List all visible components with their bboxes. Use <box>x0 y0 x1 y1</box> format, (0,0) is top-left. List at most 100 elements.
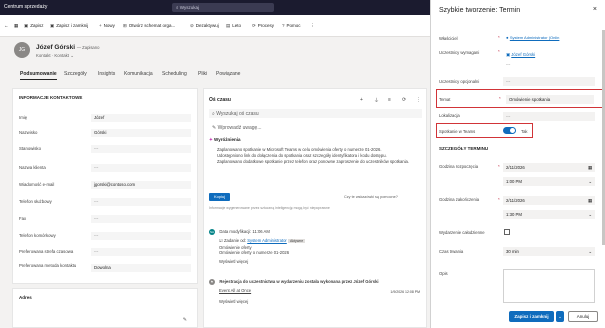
timezone-field[interactable]: --- <box>91 248 191 256</box>
field-label: Uczestnicy opcjonalni <box>439 79 480 84</box>
event-icon: ⚑ <box>209 279 215 285</box>
plus-icon: + <box>99 23 102 28</box>
chevron-down-icon[interactable]: ⌄ <box>70 53 74 58</box>
tab-list: Podsumowanie Szczegóły Insights Komunika… <box>20 71 420 83</box>
new-button[interactable]: + Nowy <box>99 23 115 28</box>
description-textarea[interactable] <box>503 269 595 303</box>
first-name-field[interactable]: Józef <box>91 114 191 122</box>
required-attendees-input[interactable]: --- <box>503 60 595 69</box>
email-field[interactable]: jgorski@contoso.com <box>91 181 191 189</box>
end-time-select[interactable]: 1:30 PM ⌄ <box>503 210 595 219</box>
required-marker: * <box>498 164 500 169</box>
tab-communication[interactable]: Komunikacja <box>124 71 153 77</box>
template-button[interactable]: ▤ Leto <box>226 23 241 29</box>
grid-icon[interactable]: ▦ <box>14 23 18 29</box>
show-more-link[interactable]: Wyświetl więcej <box>209 259 422 264</box>
edit-icon[interactable]: ✎ <box>183 317 187 323</box>
timeline-card: Oś czasu + ⏚ ≡ ⟳ ⋮ ⌕ Wyszukaj oś czasu ✎… <box>203 88 427 328</box>
filter-icon[interactable]: ⏚ <box>374 97 379 104</box>
owner-lookup[interactable]: ● System Administrator (Onlin <box>503 33 595 42</box>
more-commands-icon[interactable]: ⋮ <box>310 23 315 29</box>
end-date-input[interactable]: 2/11/2026 ▦ <box>503 196 595 205</box>
author-link[interactable]: System Administrator <box>247 238 287 243</box>
chevron-down-icon: ⌄ <box>588 212 592 217</box>
timeline-entry[interactable]: SA Data modyfikacji: 11:06 AM ☑ Zadanie … <box>209 229 422 279</box>
address-card: Adres ✎ <box>12 288 198 328</box>
all-day-checkbox[interactable] <box>504 229 510 235</box>
start-date-input[interactable]: 2/11/2026 ▦ <box>503 163 595 172</box>
back-button[interactable]: ← <box>4 23 9 28</box>
org-chart-button[interactable]: ⊞ Otwórz schemat orga... <box>123 23 175 29</box>
tab-insights[interactable]: Insights <box>98 71 115 77</box>
global-search-input[interactable]: ⌕ Wyszukaj <box>172 3 274 12</box>
entry-author: ☑ Zadanie od: System Administrator Aktyw… <box>219 238 306 244</box>
required-attendees-lookup[interactable]: ▣ Józef Górski <box>503 50 595 59</box>
timeline-entry[interactable]: ⚑ Rejestracja do uczestnictwa w wydarzen… <box>209 279 422 327</box>
timeline-search-input[interactable]: ⌕ Wyszukaj oś czasu <box>209 109 422 118</box>
cancel-button[interactable]: Anuluj <box>568 311 598 322</box>
address-title: Adres <box>19 295 32 300</box>
search-placeholder: Wyszukaj <box>179 5 199 10</box>
chevron-down-icon: ⌄ <box>588 179 592 184</box>
list-icon[interactable]: ≡ <box>388 97 391 103</box>
field-label: Telefon służbowy <box>19 199 52 204</box>
copy-button[interactable]: Kopiuj <box>209 193 230 201</box>
note-input[interactable]: ✎ Wprowadź uwagę... <box>209 123 422 132</box>
close-icon[interactable]: × <box>593 6 597 13</box>
fax-field[interactable]: --- <box>91 215 191 223</box>
avatar: SA <box>209 229 215 235</box>
required-marker: * <box>498 35 500 40</box>
field-label: Telefon komórkowy <box>19 233 56 238</box>
form-selector[interactable]: Kontakt <box>54 53 69 58</box>
deactivate-button[interactable]: ⊘ Dezaktywuj <box>190 23 219 29</box>
field-label: Godzina zakończenia <box>439 197 480 202</box>
saved-status: — Zapisano <box>76 45 100 50</box>
save-button[interactable]: ▣ Zapisz <box>24 23 44 29</box>
tab-related[interactable]: Powiązane <box>216 71 240 77</box>
tab-scheduling[interactable]: Scheduling <box>162 71 187 77</box>
field-label: Wiadomość e-mail <box>19 182 55 187</box>
tab-files[interactable]: Pliki <box>198 71 207 77</box>
field-label: Preferowana strefa czasowa <box>19 249 74 254</box>
template-icon: ▤ <box>226 23 231 28</box>
required-marker: * <box>498 197 500 202</box>
teams-highlight <box>436 123 533 138</box>
start-time-select[interactable]: 1:00 PM ⌄ <box>503 177 595 186</box>
business-phone-field[interactable]: --- <box>91 198 191 206</box>
help-button[interactable]: ? Pomoc <box>282 23 301 28</box>
duration-select[interactable]: 30 min ⌄ <box>503 247 595 256</box>
job-title-field[interactable]: --- <box>91 145 191 153</box>
highlights-title: ✦ Wyróżnienia <box>209 137 241 142</box>
record-name: Józef Górski — Zapisano <box>36 44 100 51</box>
save-options-chevron-icon[interactable]: ⌄ <box>556 311 564 322</box>
deactivate-icon: ⊘ <box>190 23 194 28</box>
timeline-title: Oś czasu <box>209 97 231 103</box>
copilot-icon: ✦ <box>209 137 213 142</box>
tab-details[interactable]: Szczegóły <box>64 71 87 77</box>
more-icon[interactable]: ⋮ <box>416 97 421 103</box>
avatar: JG <box>14 42 30 58</box>
field-label: Lokalizacja <box>439 113 460 118</box>
location-input[interactable]: --- <box>503 112 595 121</box>
process-button[interactable]: ⟳ Procesy <box>252 23 274 29</box>
calendar-icon[interactable]: ▦ <box>588 198 592 204</box>
app-title[interactable]: Centrum sprzedaży <box>4 4 47 10</box>
contact-method-select[interactable]: Dowolna <box>91 264 191 272</box>
org-chart-icon: ⊞ <box>123 23 127 28</box>
account-name-field[interactable]: --- <box>91 164 191 172</box>
save-close-button[interactable]: ▣ Zapisz i zamknij <box>50 23 88 29</box>
mobile-phone-field[interactable]: --- <box>91 232 191 240</box>
show-more-link[interactable]: Wyświetl więcej <box>209 299 422 304</box>
refresh-icon[interactable]: ⟳ <box>402 97 406 103</box>
field-label: Stanowisko <box>19 146 41 151</box>
section-title: SZCZEGÓŁY TERMINU <box>439 146 489 151</box>
optional-attendees-input[interactable]: --- <box>503 77 595 86</box>
panel-title: Szybkie tworzenie: Termin <box>439 7 521 14</box>
calendar-icon[interactable]: ▦ <box>588 165 592 171</box>
command-bar: ← ▦ ▣ Zapisz ▣ Zapisz i zamknij + Nowy ⊞ Otw… <box>0 15 430 37</box>
last-name-field[interactable]: Górski <box>91 129 191 137</box>
tab-summary[interactable]: Podsumowanie <box>20 71 57 80</box>
user-icon: ● <box>506 35 509 40</box>
add-icon[interactable]: + <box>360 97 363 103</box>
save-and-close-button[interactable]: Zapisz i zamknij <box>509 311 554 322</box>
